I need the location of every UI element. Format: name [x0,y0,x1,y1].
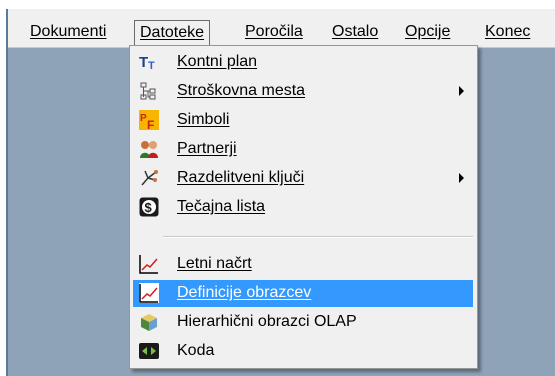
pf-symbols-icon: P F [139,110,159,132]
submenu-arrow-icon [459,86,464,96]
menu-opcije[interactable]: Opcije [405,20,450,46]
olap-cube-icon [139,312,159,332]
menu-item-simboli[interactable]: P F Simboli [133,107,473,134]
menu-item-label: Kontni plan [177,53,258,70]
window-top-edge [0,0,555,9]
menu-item-kontni-plan[interactable]: T T Kontni plan [133,49,473,76]
menu-dokumenti[interactable]: Dokumenti [30,20,106,46]
chart-line-icon [139,254,159,274]
menu-ostalo[interactable]: Ostalo [332,20,378,46]
svg-text:T: T [148,60,155,72]
menu-item-partnerji[interactable]: Partnerji [133,136,473,163]
menu-item-label: Razdelitveni ključi [177,169,305,186]
menu-item-label: Partnerji [177,140,237,157]
menu-item-hierarhicni-obrazci-olap[interactable]: Hierarhični obrazci OLAP [133,309,473,336]
menu-item-label: Tečajna lista [177,198,266,215]
menu-item-letni-nacrt[interactable]: Letni načrt [133,251,473,278]
menu-item-label: Hierarhični obrazci OLAP [177,313,357,330]
distribution-key-icon [139,168,159,188]
code-icon [139,341,159,361]
menu-bar: Dokumenti Datoteke Poročila Ostalo Opcij… [8,9,555,48]
menu-item-razdelitveni-kljuci[interactable]: Razdelitveni ključi [133,165,473,192]
chart-line-icon [139,283,159,303]
svg-text:$: $ [145,200,153,215]
svg-text:P: P [140,113,147,124]
menu-item-label: Definicije obrazcev [177,284,312,301]
menu-item-label: Simboli [177,111,230,128]
menu-item-label: Stroškovna mesta [177,82,306,99]
menu-konec[interactable]: Konec [485,20,530,46]
text-tt-icon: T T [139,52,159,72]
menu-item-definicije-obrazcev[interactable]: Definicije obrazcev [133,280,473,307]
hierarchy-icon [139,81,159,101]
menu-item-koda[interactable]: Koda [133,338,473,365]
menu-separator [163,236,473,238]
menu-item-label: Koda [177,342,215,359]
svg-text:F: F [147,118,154,130]
menu-item-tecajna-lista[interactable]: $ Tečajna lista [133,194,473,221]
menu-item-stroskovna-mesta[interactable]: Stroškovna mesta [133,78,473,105]
menu-item-label: Letni načrt [177,255,252,272]
menu-porocila[interactable]: Poročila [245,20,303,46]
partners-icon [139,139,159,159]
submenu-arrow-icon [459,173,464,183]
dollar-icon: $ [139,197,159,217]
menu-datoteke[interactable]: Datoteke [134,20,211,46]
datoteke-dropdown-menu: T T Kontni plan Stroškovna mesta P F Sim… [129,45,478,369]
svg-text:T: T [139,54,148,71]
